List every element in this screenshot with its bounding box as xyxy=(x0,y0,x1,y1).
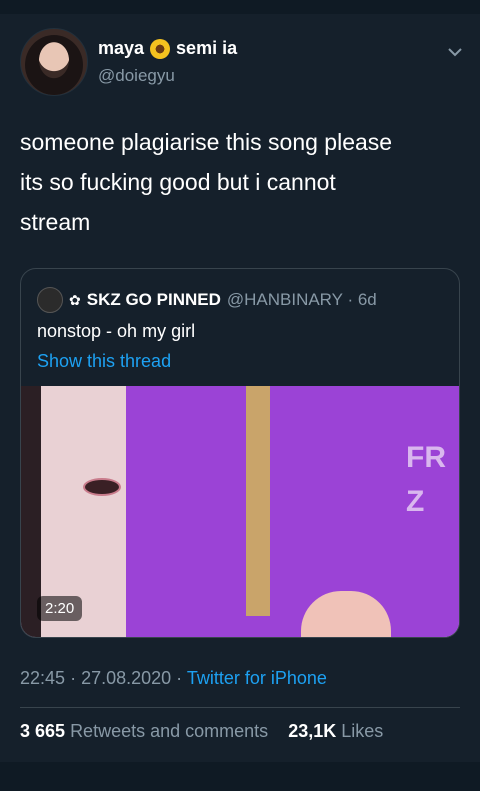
separator-dot: · xyxy=(347,290,354,309)
quoted-age: 6d xyxy=(357,290,377,309)
quoted-avatar[interactable] xyxy=(37,287,63,313)
quoted-text: nonstop - oh my girl xyxy=(37,321,196,341)
flower-icon: ✿ xyxy=(69,291,81,308)
tweet-source[interactable]: Twitter for iPhone xyxy=(187,668,327,688)
eye-shape xyxy=(83,478,121,496)
likes-count[interactable]: 23,1K xyxy=(288,721,336,741)
separator-dot: · xyxy=(70,668,82,688)
tweet-text-line: stream xyxy=(20,209,91,235)
quoted-handle: @HANBINARY · 6d xyxy=(227,290,377,310)
book-cover-text: FR Z xyxy=(406,436,446,524)
bottom-strip xyxy=(0,762,480,791)
display-name[interactable]: maya xyxy=(98,38,144,59)
tweet-header: maya semi ia @doiegyu xyxy=(20,28,465,98)
display-name-suffix[interactable]: semi ia xyxy=(176,38,237,59)
video-thumbnail[interactable]: FR Z 2:20 xyxy=(21,386,459,637)
book-spine xyxy=(246,386,270,616)
book-text-1: FR xyxy=(406,441,446,474)
sunflower-icon xyxy=(150,38,171,59)
quoted-name[interactable]: SKZ GO PINNED xyxy=(87,290,221,310)
avatar[interactable] xyxy=(20,28,88,96)
avatar-hair xyxy=(25,35,83,95)
user-handle[interactable]: @doiegyu xyxy=(98,66,175,86)
tweet-date: 27.08.2020 xyxy=(81,668,172,688)
tweet-text: someone plagiarise this song please its … xyxy=(20,122,460,242)
likes-label[interactable]: Likes xyxy=(341,721,383,741)
tweet-stats: 3 665 Retweets and comments 23,1K Likes xyxy=(20,721,383,742)
retweets-count[interactable]: 3 665 xyxy=(20,721,65,741)
top-strip xyxy=(0,0,480,14)
chevron-down-icon[interactable] xyxy=(445,42,465,62)
separator-dot: · xyxy=(176,668,187,688)
stats-spacer xyxy=(273,721,283,741)
video-duration-badge: 2:20 xyxy=(37,596,83,621)
name-row[interactable]: maya semi ia xyxy=(98,38,237,59)
book-text-2: Z xyxy=(406,485,425,518)
show-thread-link[interactable]: Show this thread xyxy=(37,351,171,372)
quoted-handle-text: @HANBINARY xyxy=(226,290,343,309)
quoted-header: ✿ SKZ GO PINNED @HANBINARY · 6d xyxy=(37,287,377,313)
quoted-tweet[interactable]: ✿ SKZ GO PINNED @HANBINARY · 6d nonstop … xyxy=(20,268,460,638)
tweet-meta: 22:45 · 27.08.2020 · Twitter for iPhone xyxy=(20,668,327,689)
divider xyxy=(20,707,460,708)
tweet-text-line: its so fucking good but i cannot xyxy=(20,169,336,195)
retweets-label[interactable]: Retweets and comments xyxy=(70,721,268,741)
tweet-time: 22:45 xyxy=(20,668,66,688)
tweet-text-line: someone plagiarise this song please xyxy=(20,129,393,155)
